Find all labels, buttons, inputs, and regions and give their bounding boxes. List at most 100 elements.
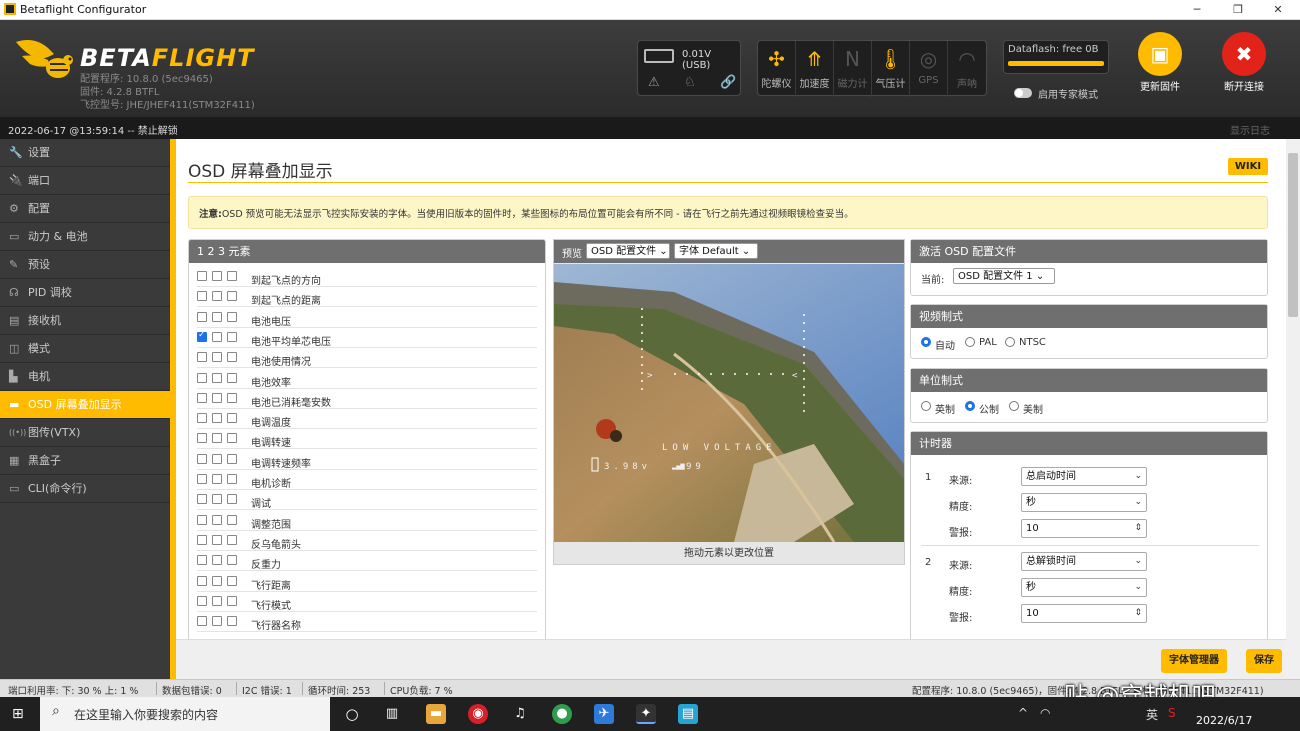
show-log-link[interactable]: 显示日志 bbox=[1230, 122, 1270, 137]
tray-chevron-icon[interactable]: ^ bbox=[1018, 706, 1028, 720]
ime-indicator[interactable]: 英 bbox=[1146, 706, 1158, 723]
save-button[interactable]: 保存 bbox=[1246, 649, 1282, 673]
profile-2-checkbox[interactable] bbox=[212, 372, 222, 383]
profile-3-checkbox[interactable] bbox=[227, 494, 237, 505]
font-manager-button[interactable]: 字体管理器 bbox=[1161, 649, 1227, 673]
units-imperial-radio[interactable] bbox=[921, 401, 931, 411]
music-app-icon[interactable]: ♫ bbox=[510, 704, 530, 724]
profile-3-checkbox[interactable] bbox=[227, 555, 237, 566]
timer-2-precision-select[interactable]: 秒 ⌄ bbox=[1021, 578, 1147, 597]
content-scrollbar[interactable] bbox=[1286, 139, 1300, 679]
profile-3-checkbox[interactable] bbox=[227, 433, 237, 444]
profile-2-checkbox[interactable] bbox=[212, 413, 222, 424]
profile-2-checkbox[interactable] bbox=[212, 271, 222, 281]
sidebar-item-setup[interactable]: 🔧 设置 bbox=[0, 139, 170, 167]
profile-3-checkbox[interactable] bbox=[227, 595, 237, 606]
sidebar-item-presets[interactable]: ✎ 预设 bbox=[0, 251, 170, 279]
profile-1-checkbox[interactable] bbox=[197, 555, 207, 566]
timer-2-source-select[interactable]: 总解锁时间 ⌄ bbox=[1021, 552, 1147, 571]
osd-preview-image[interactable]: > < LOW VOLTAGE 3.98v ▂▄▆ 99 bbox=[554, 264, 904, 542]
sidebar-item-osd[interactable]: ▬ OSD 屏幕叠加显示 bbox=[0, 391, 170, 419]
sidebar-item-configuration[interactable]: ⚙ 配置 bbox=[0, 195, 170, 223]
profile-2-checkbox[interactable] bbox=[212, 352, 222, 363]
maximize-button[interactable]: ❐ bbox=[1223, 2, 1253, 18]
sidebar-item-vtx[interactable]: ((•)) 图传(VTX) bbox=[0, 419, 170, 447]
profile-2-checkbox[interactable] bbox=[212, 616, 222, 627]
sidebar-item-blackbox[interactable]: ▦ 黑盒子 bbox=[0, 447, 170, 475]
timer-1-alarm-input[interactable]: 10 ⇕ bbox=[1021, 519, 1147, 538]
profile-1-checkbox[interactable] bbox=[197, 392, 207, 403]
sidebar-item-receiver[interactable]: ▤ 接收机 bbox=[0, 307, 170, 335]
profile-2-checkbox[interactable] bbox=[212, 494, 222, 505]
profile-3-checkbox[interactable] bbox=[227, 453, 237, 464]
video-auto-radio[interactable] bbox=[921, 337, 931, 347]
profile-2-checkbox[interactable] bbox=[212, 433, 222, 444]
expert-mode-toggle[interactable] bbox=[1014, 88, 1032, 98]
widgets-icon[interactable]: ▥ bbox=[382, 704, 402, 724]
minimize-button[interactable]: ─ bbox=[1182, 2, 1212, 18]
profile-1-checkbox[interactable] bbox=[197, 494, 207, 505]
profile-3-checkbox[interactable] bbox=[227, 311, 237, 322]
profile-1-checkbox[interactable] bbox=[197, 352, 207, 363]
profile-1-checkbox[interactable] bbox=[197, 330, 207, 342]
profile-2-checkbox[interactable] bbox=[212, 474, 222, 484]
timer-1-source-select[interactable]: 总启动时间 ⌄ bbox=[1021, 467, 1147, 486]
profile-1-checkbox[interactable] bbox=[197, 413, 207, 424]
sidebar-item-ports[interactable]: 🔌 端口 bbox=[0, 167, 170, 195]
preview-profile-select[interactable]: OSD 配置文件 ⌄ bbox=[586, 243, 670, 259]
sidebar-item-cli[interactable]: ▭ CLI(命令行) bbox=[0, 475, 170, 503]
profile-2-checkbox[interactable] bbox=[212, 595, 222, 606]
profile-2-checkbox[interactable] bbox=[212, 534, 222, 545]
update-firmware-button[interactable]: ▣ bbox=[1138, 32, 1182, 76]
windows-start-icon[interactable]: ⊞ bbox=[12, 706, 24, 722]
profile-3-checkbox[interactable] bbox=[227, 372, 237, 383]
wifi-icon[interactable]: ◠ bbox=[1040, 706, 1050, 720]
profile-3-checkbox[interactable] bbox=[227, 616, 237, 627]
task-view-icon[interactable]: ○ bbox=[342, 704, 362, 724]
units-british-radio[interactable] bbox=[1009, 401, 1019, 411]
sidebar-item-power[interactable]: ▭ 动力 & 电池 bbox=[0, 223, 170, 251]
netease-music-icon[interactable]: ◉ bbox=[468, 704, 488, 724]
betaflight-taskbar-icon[interactable]: ✦ bbox=[636, 704, 656, 724]
profile-3-checkbox[interactable] bbox=[227, 474, 237, 484]
profile-2-checkbox[interactable] bbox=[212, 311, 222, 322]
profile-2-checkbox[interactable] bbox=[212, 291, 222, 302]
sidebar-item-modes[interactable]: ◫ 模式 bbox=[0, 335, 170, 363]
timer-2-alarm-input[interactable]: 10 ⇕ bbox=[1021, 604, 1147, 623]
current-profile-select[interactable]: OSD 配置文件 1 ⌄ bbox=[953, 268, 1055, 284]
profile-2-checkbox[interactable] bbox=[212, 392, 222, 403]
profile-1-checkbox[interactable] bbox=[197, 514, 207, 525]
profile-3-checkbox[interactable] bbox=[227, 514, 237, 525]
profile-1-checkbox[interactable] bbox=[197, 311, 207, 322]
profile-3-checkbox[interactable] bbox=[227, 271, 237, 281]
preview-font-select[interactable]: 字体 Default ⌄ bbox=[674, 243, 758, 259]
profile-2-checkbox[interactable] bbox=[212, 453, 222, 464]
video-ntsc-radio[interactable] bbox=[1005, 337, 1015, 347]
scrollbar-thumb[interactable] bbox=[1288, 153, 1298, 317]
profile-2-checkbox[interactable] bbox=[212, 331, 222, 342]
profile-1-checkbox[interactable] bbox=[197, 291, 207, 302]
profile-3-checkbox[interactable] bbox=[227, 291, 237, 302]
profile-1-checkbox[interactable] bbox=[197, 595, 207, 606]
profile-1-checkbox[interactable] bbox=[197, 433, 207, 444]
sidebar-item-pid[interactable]: ☊ PID 调校 bbox=[0, 279, 170, 307]
chrome-icon[interactable]: ● bbox=[552, 704, 572, 724]
disconnect-button[interactable]: ✖ bbox=[1222, 32, 1266, 76]
profile-1-checkbox[interactable] bbox=[197, 372, 207, 383]
sidebar-item-motors[interactable]: ▙ 电机 bbox=[0, 363, 170, 391]
profile-2-checkbox[interactable] bbox=[212, 575, 222, 586]
profile-3-checkbox[interactable] bbox=[227, 413, 237, 424]
profile-3-checkbox[interactable] bbox=[227, 575, 237, 586]
timer-1-precision-select[interactable]: 秒 ⌄ bbox=[1021, 493, 1147, 512]
profile-1-checkbox[interactable] bbox=[197, 453, 207, 464]
file-explorer-icon[interactable]: ▬ bbox=[426, 704, 446, 724]
sogou-icon[interactable]: S bbox=[1168, 706, 1176, 720]
profile-3-checkbox[interactable] bbox=[227, 534, 237, 545]
video-pal-radio[interactable] bbox=[965, 337, 975, 347]
profile-2-checkbox[interactable] bbox=[212, 555, 222, 566]
profile-3-checkbox[interactable] bbox=[227, 352, 237, 363]
profile-1-checkbox[interactable] bbox=[197, 474, 207, 484]
profile-1-checkbox[interactable] bbox=[197, 575, 207, 586]
close-button[interactable]: ✕ bbox=[1263, 2, 1293, 18]
store-icon[interactable]: ▤ bbox=[678, 704, 698, 724]
